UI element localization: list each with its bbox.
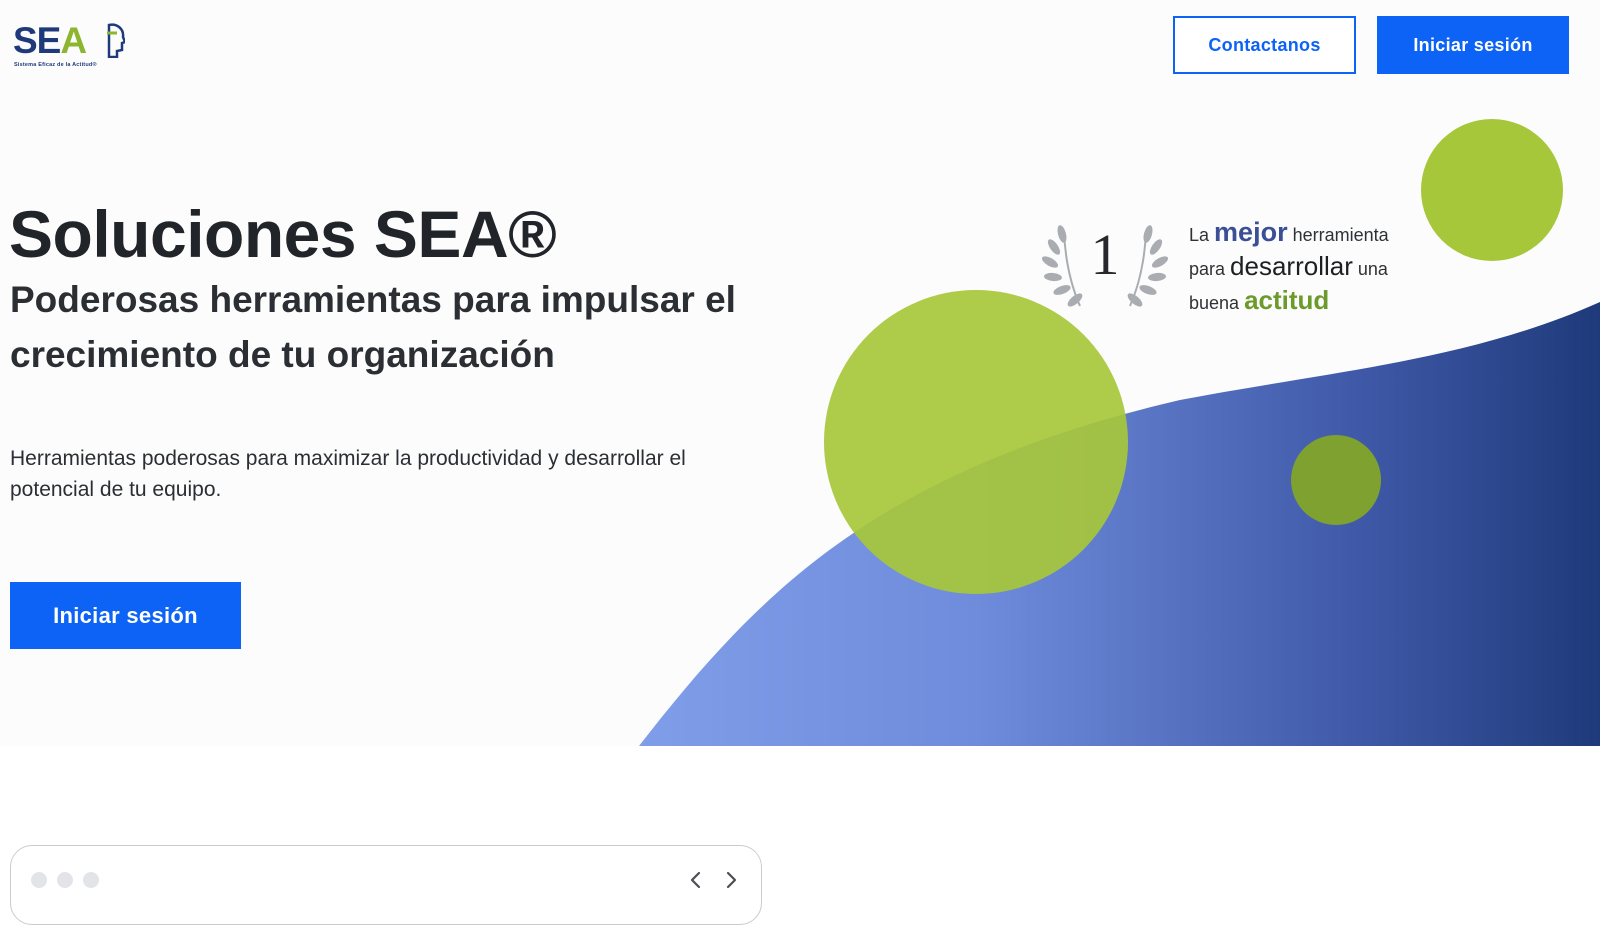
browser-mockup-frame (10, 845, 762, 925)
logo-wordmark: SEA (13, 20, 87, 61)
laurel-wreath-icon: 1 (1041, 222, 1169, 307)
award-word-desarrollar: desarrollar (1230, 251, 1353, 281)
window-dot-icon (57, 872, 73, 888)
sea-logo[interactable]: SEA Sistema Eficaz de la Actitud® (13, 20, 125, 70)
window-dot-icon (31, 872, 47, 888)
window-dot-icon (83, 872, 99, 888)
award-word-la: La (1189, 225, 1210, 245)
award-tagline: La mejor herramienta para desarrollar un… (1189, 217, 1429, 319)
logo-text-a: A (60, 20, 87, 61)
award-word-buena: buena (1189, 293, 1240, 313)
hero-login-button[interactable]: Iniciar sesión (10, 582, 241, 649)
award-line-2: para desarrollar una (1189, 251, 1429, 285)
award-word-actitud: actitud (1244, 285, 1330, 315)
logo-tagline: Sistema Eficaz de la Actitud® (14, 62, 97, 68)
award-word-una: una (1357, 259, 1388, 279)
chevron-right-icon[interactable] (719, 866, 743, 894)
hero-subtitle: Poderosas herramientas para impulsar el … (10, 279, 736, 375)
award-word-herramienta: herramienta (1292, 225, 1389, 245)
page-title: Soluciones SEA® (9, 197, 557, 271)
logo-text-se: SE (13, 20, 61, 61)
top-right-green-circle (1421, 119, 1563, 261)
award-line-3: buena actitud (1189, 285, 1429, 319)
award-word-para: para (1189, 259, 1226, 279)
blue-wave-shape (639, 302, 1600, 746)
header-login-button[interactable]: Iniciar sesión (1377, 16, 1569, 74)
hero-section: SEA Sistema Eficaz de la Actitud® Contac… (0, 0, 1600, 746)
large-green-circle (824, 290, 1128, 594)
award-word-mejor: mejor (1214, 217, 1288, 247)
logo-head-icon (107, 23, 125, 58)
award-line-1: La mejor herramienta (1189, 217, 1429, 251)
award-number: 1 (1091, 222, 1120, 287)
contact-button[interactable]: Contactanos (1173, 16, 1356, 74)
hero-description: Herramientas poderosas para maximizar la… (10, 447, 686, 501)
award-badge: 1 La mejor herramienta para desarrollar … (1040, 214, 1420, 320)
chevron-left-icon[interactable] (684, 866, 708, 894)
small-dark-green-circle (1291, 435, 1381, 525)
